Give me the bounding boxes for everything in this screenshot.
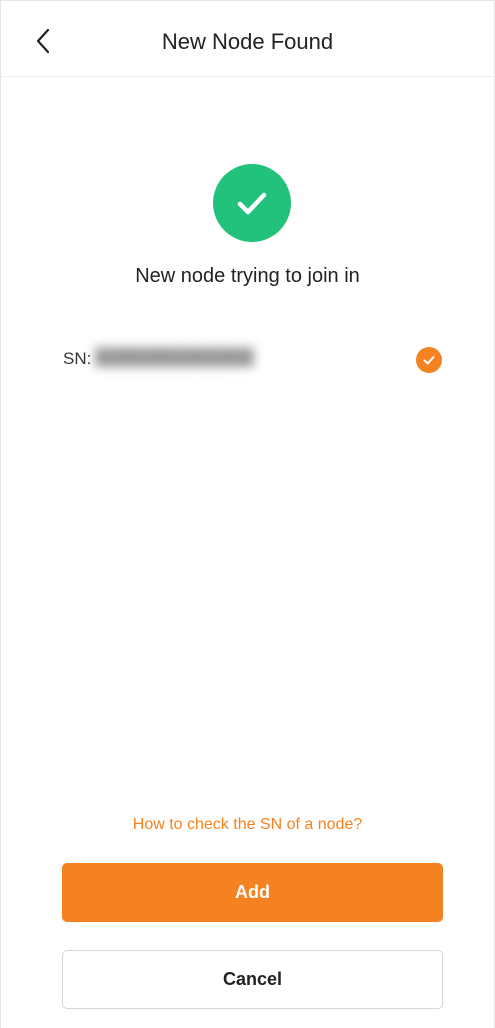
new-node-found-screen: New Node Found New node trying to join i…: [0, 0, 495, 1028]
cancel-button[interactable]: Cancel: [62, 950, 443, 1009]
check-sn-help-link[interactable]: How to check the SN of a node?: [1, 816, 494, 834]
header-bar: New Node Found: [1, 1, 494, 77]
status-message: New node trying to join in: [135, 265, 360, 287]
node-sn-row[interactable]: SN: ██████████████: [63, 341, 442, 377]
add-button[interactable]: Add: [62, 863, 443, 922]
selected-check-icon[interactable]: [416, 347, 442, 373]
sn-label: SN:: [63, 349, 92, 368]
page-title: New Node Found: [161, 29, 334, 54]
success-check-icon: [213, 164, 291, 242]
sn-value-blurred: ██████████████: [95, 349, 254, 366]
